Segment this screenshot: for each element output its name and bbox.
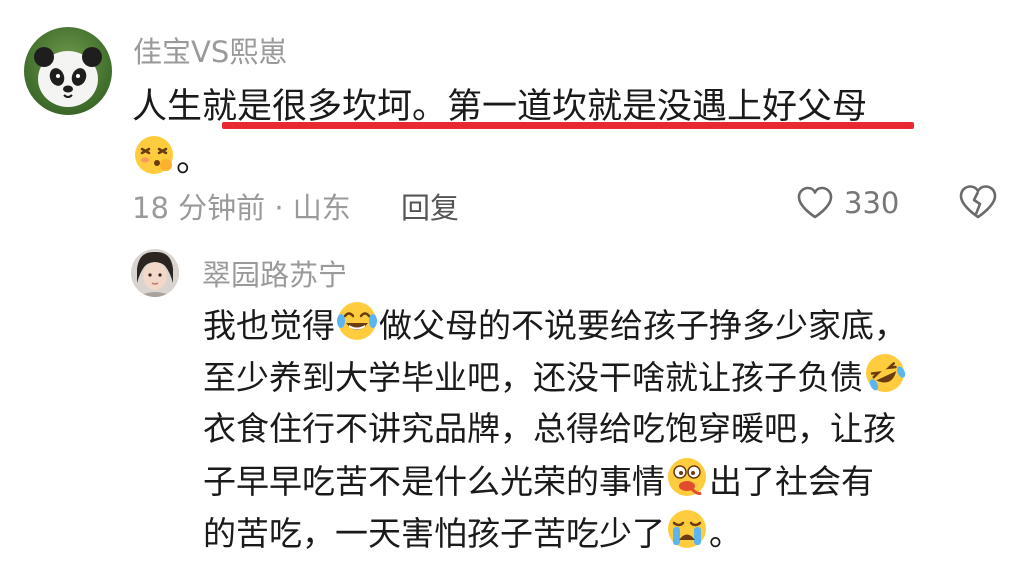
rolling-laughing-emoji (863, 351, 907, 410)
heart-icon (797, 186, 833, 219)
reply-text-segment: 的苦吃，一天害怕孩子苦吃少了 (203, 514, 665, 553)
user-portrait-avatar[interactable] (131, 249, 179, 297)
dizzy-face-emoji (132, 133, 176, 186)
comment-time-location: 18 分钟前 · 山东 (132, 191, 351, 225)
reply-button[interactable]: 回复 (401, 185, 459, 227)
reply-text-line3: 衣食住行不讲究品牌，总得给吃饱穿暖吧，让孩 (203, 409, 896, 448)
loudly-crying-emoji (665, 507, 709, 566)
panda-avatar[interactable] (24, 27, 112, 115)
reply-text-line1: 我也觉得 做父母的不说要给孩子挣多少家底， (203, 299, 907, 358)
like-button[interactable]: 330 (796, 183, 899, 223)
reply-text-segment: 出了社会有 (709, 462, 874, 501)
comment-text-suffix: 。 (176, 140, 212, 180)
reply-text-line5: 的苦吃，一天害怕孩子苦吃少了 。 (203, 507, 742, 566)
broken-heart-icon (959, 185, 997, 219)
reply-text-line2: 至少养到大学毕业吧，还没干啥就让孩子负债 (203, 351, 907, 410)
reply-text-segment: 子早早吃苦不是什么光荣的事情 (203, 462, 665, 501)
comment-username[interactable]: 佳宝VS熙崽 (133, 29, 287, 71)
reply-text-segment: 。 (709, 514, 742, 553)
tears-of-joy-emoji (335, 299, 379, 358)
reply-text-segment: 我也觉得 (203, 306, 335, 345)
reply-text-segment: 至少养到大学毕业吧，还没干啥就让孩子负债 (203, 358, 863, 397)
reply-text-line4: 子早早吃苦不是什么光荣的事情 出了社会有 (203, 455, 874, 514)
panda-icon (34, 47, 102, 107)
comment-text-line2: 。 (132, 131, 211, 186)
dislike-button[interactable] (958, 184, 998, 224)
like-count: 330 (844, 186, 900, 220)
reply-username[interactable]: 翠园路苏宁 (202, 252, 347, 294)
portrait-icon (131, 249, 179, 297)
highlight-underline (222, 122, 914, 129)
reply-text-segment: 做父母的不说要给孩子挣多少家底， (379, 306, 907, 345)
vomiting-face-emoji (665, 455, 709, 514)
